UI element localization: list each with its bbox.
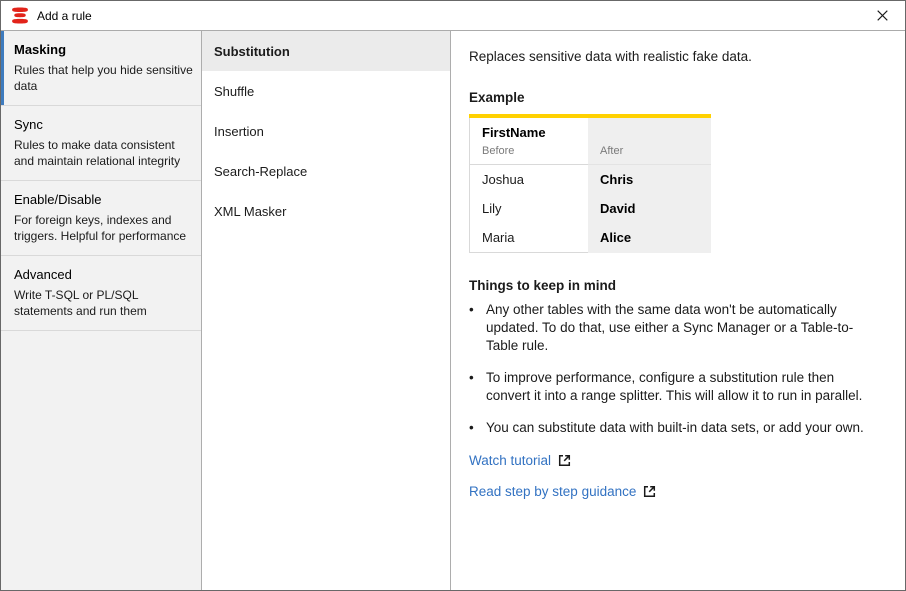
- close-button[interactable]: [860, 1, 905, 30]
- note-text: To improve performance, configure a subs…: [486, 369, 877, 405]
- read-guidance-row: Read step by step guidance: [469, 484, 889, 499]
- sidebar-item-advanced[interactable]: Advanced Write T-SQL or PL/SQL statement…: [1, 256, 201, 331]
- external-link-icon: [643, 485, 656, 498]
- rule-type-list: Substitution Shuffle Insertion Search-Re…: [202, 31, 451, 590]
- after-value: Alice: [588, 223, 711, 252]
- sidebar-item-sync[interactable]: Sync Rules to make data consistent and m…: [1, 106, 201, 181]
- category-sidebar: Masking Rules that help you hide sensiti…: [1, 31, 202, 590]
- external-link-icon: [558, 454, 571, 467]
- detail-panel: Replaces sensitive data with realistic f…: [451, 31, 905, 590]
- example-before-column: FirstName Before Joshua Lily Maria: [469, 118, 588, 253]
- add-rule-dialog: Add a rule Masking Rules that help you h…: [0, 0, 906, 591]
- rule-type-search-replace[interactable]: Search-Replace: [202, 151, 450, 191]
- before-value: Lily: [470, 194, 588, 223]
- rule-type-insertion[interactable]: Insertion: [202, 111, 450, 151]
- window-title: Add a rule: [37, 9, 92, 23]
- watch-tutorial-link[interactable]: Watch tutorial: [469, 453, 551, 468]
- rule-type-shuffle[interactable]: Shuffle: [202, 71, 450, 111]
- sidebar-item-title: Enable/Disable: [14, 192, 195, 207]
- example-after-header: After: [588, 118, 711, 165]
- note-text: Any other tables with the same data won'…: [486, 301, 877, 355]
- note-item: Any other tables with the same data won'…: [469, 301, 877, 355]
- example-column-name: FirstName: [482, 125, 588, 140]
- after-label: After: [600, 145, 711, 157]
- app-logo-icon: [11, 7, 29, 25]
- note-item: You can substitute data with built-in da…: [469, 419, 877, 437]
- rule-description: Replaces sensitive data with realistic f…: [469, 49, 889, 64]
- before-value: Joshua: [470, 165, 588, 194]
- bullet-icon: [469, 369, 486, 405]
- sidebar-item-title: Advanced: [14, 267, 195, 282]
- rule-type-substitution[interactable]: Substitution: [202, 31, 450, 71]
- sidebar-item-masking[interactable]: Masking Rules that help you hide sensiti…: [1, 31, 201, 106]
- example-after-column: After Chris David Alice: [588, 118, 711, 253]
- before-value: Maria: [470, 223, 588, 252]
- bullet-icon: [469, 301, 486, 355]
- read-guidance-link[interactable]: Read step by step guidance: [469, 484, 636, 499]
- example-before-header: FirstName Before: [470, 118, 588, 165]
- sidebar-item-description: Write T-SQL or PL/SQL statements and run…: [14, 287, 195, 319]
- before-label: Before: [482, 145, 588, 157]
- after-value: Chris: [588, 165, 711, 194]
- close-icon: [877, 10, 888, 21]
- sidebar-item-description: Rules to make data consistent and mainta…: [14, 137, 195, 169]
- sidebar-item-title: Masking: [14, 42, 195, 57]
- note-text: You can substitute data with built-in da…: [486, 419, 864, 437]
- sidebar-item-enable-disable[interactable]: Enable/Disable For foreign keys, indexes…: [1, 181, 201, 256]
- notes-heading: Things to keep in mind: [469, 278, 889, 293]
- note-item: To improve performance, configure a subs…: [469, 369, 877, 405]
- sidebar-item-description: Rules that help you hide sensitive data: [14, 62, 195, 94]
- example-table: FirstName Before Joshua Lily Maria After…: [469, 114, 711, 253]
- bullet-icon: [469, 419, 486, 437]
- sidebar-item-description: For foreign keys, indexes and triggers. …: [14, 212, 195, 244]
- example-heading: Example: [469, 90, 889, 105]
- watch-tutorial-row: Watch tutorial: [469, 453, 889, 468]
- dialog-body: Masking Rules that help you hide sensiti…: [1, 31, 905, 590]
- sidebar-item-title: Sync: [14, 117, 195, 132]
- rule-type-xml-masker[interactable]: XML Masker: [202, 191, 450, 231]
- after-value: David: [588, 194, 711, 223]
- title-bar: Add a rule: [1, 1, 905, 31]
